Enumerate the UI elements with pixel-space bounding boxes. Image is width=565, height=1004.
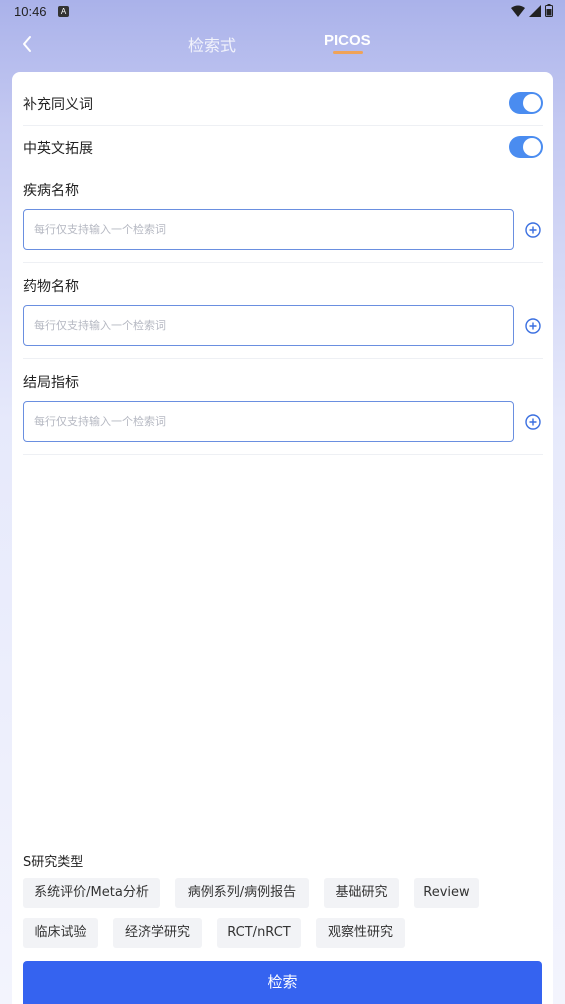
chevron-left-icon: [23, 36, 31, 52]
disease-label: 疾病名称: [23, 183, 79, 199]
drug-label: 药物名称: [23, 279, 79, 295]
synonym-toggle[interactable]: [509, 92, 543, 114]
plus-circle-icon: [525, 318, 541, 334]
divider: [23, 454, 543, 455]
divider: [23, 358, 543, 359]
wifi-icon: [511, 5, 525, 17]
battery-icon: [545, 4, 553, 17]
add-drug-button[interactable]: [525, 318, 541, 334]
nav-bar: 检索式 PICOS: [0, 24, 565, 68]
study-type-title: S研究类型: [23, 855, 84, 870]
active-tab-indicator: [333, 51, 363, 54]
add-outcome-button[interactable]: [525, 414, 541, 430]
tab-picos[interactable]: PICOS: [324, 32, 371, 49]
synonym-row: 补充同义词: [23, 82, 543, 126]
add-disease-button[interactable]: [525, 222, 541, 238]
status-bar: 10:46 A: [0, 0, 565, 24]
toggle-knob: [523, 138, 541, 156]
picos-form-card: 补充同义词 中英文拓展 疾病名称 药物名称 结局指标 S研究类型 系统评价/Me…: [12, 72, 553, 1004]
chip-basic-research[interactable]: 基础研究: [324, 878, 399, 908]
divider: [23, 262, 543, 263]
chip-rct[interactable]: RCT/nRCT: [217, 918, 301, 948]
chip-observational[interactable]: 观察性研究: [316, 918, 405, 948]
cn-en-expand-toggle[interactable]: [509, 136, 543, 158]
notification-icon: A: [58, 6, 69, 17]
synonym-label: 补充同义词: [23, 97, 93, 113]
signal-icon: [529, 4, 541, 17]
chip-clinical-trial[interactable]: 临床试验: [23, 918, 98, 948]
chip-case-series[interactable]: 病例系列/病例报告: [175, 878, 309, 908]
plus-circle-icon: [525, 414, 541, 430]
chip-economic-research[interactable]: 经济学研究: [113, 918, 202, 948]
search-button[interactable]: 检索: [23, 961, 542, 1004]
back-button[interactable]: [16, 32, 40, 56]
toggle-knob: [523, 94, 541, 112]
status-icons: [511, 4, 553, 17]
cn-en-row: 中英文拓展: [23, 126, 543, 170]
chip-review[interactable]: Review: [414, 878, 479, 908]
disease-input[interactable]: [23, 209, 514, 250]
cn-en-expand-label: 中英文拓展: [23, 141, 93, 157]
status-time: 10:46: [14, 4, 47, 19]
outcome-input[interactable]: [23, 401, 514, 442]
chip-systematic-review[interactable]: 系统评价/Meta分析: [23, 878, 160, 908]
plus-circle-icon: [525, 222, 541, 238]
drug-input[interactable]: [23, 305, 514, 346]
outcome-label: 结局指标: [23, 375, 79, 391]
tab-search-expression[interactable]: 检索式: [188, 32, 236, 56]
